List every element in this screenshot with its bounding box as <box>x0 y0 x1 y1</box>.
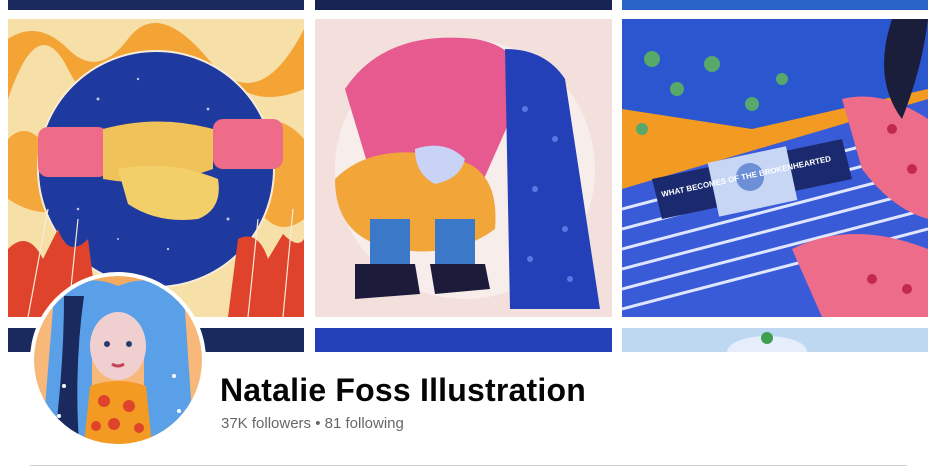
page-title[interactable]: Natalie Foss Illustration <box>220 372 586 409</box>
illustration-handshake-icon <box>8 19 304 317</box>
followers-link[interactable]: 37K followers <box>221 415 311 432</box>
illustration-crouching-figure-icon <box>315 19 612 317</box>
bottom-right-art-icon <box>622 328 928 352</box>
profile-avatar[interactable] <box>30 272 206 448</box>
cover-tile-bottom-right <box>622 328 928 352</box>
stats-separator: • <box>311 415 325 432</box>
cover-tile-top-left <box>8 0 304 10</box>
cover-tile-top-middle <box>315 0 612 10</box>
cover-tile-top-right <box>622 0 928 10</box>
artwork-handshake[interactable] <box>8 19 304 317</box>
profile-stats: 37K followers • 81 following <box>221 415 404 432</box>
following-link[interactable]: 81 following <box>325 415 404 432</box>
artwork-records[interactable]: WHAT BECOMES OF THE BROKENHEARTED <box>622 19 928 317</box>
avatar-portrait-icon <box>34 276 202 444</box>
artwork-crouching-figure[interactable] <box>315 19 612 317</box>
cover-tile-bottom-middle <box>315 328 612 352</box>
illustration-records-icon: WHAT BECOMES OF THE BROKENHEARTED <box>622 19 928 317</box>
